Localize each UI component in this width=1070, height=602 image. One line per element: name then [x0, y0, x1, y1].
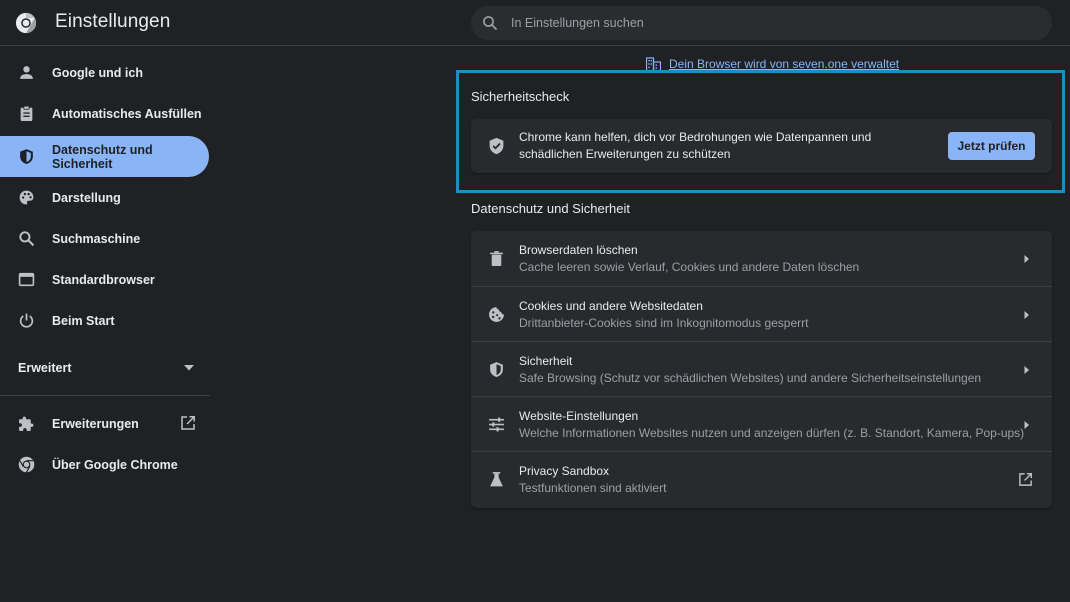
sidebar-item-label: Über Google Chrome	[52, 457, 178, 472]
trash-icon	[490, 251, 503, 266]
row-title: Privacy Sandbox	[519, 464, 610, 478]
sidebar-advanced-label: Erweitert	[18, 361, 72, 375]
search-input[interactable]	[511, 13, 1031, 33]
sidebar-item-label: Standardbrowser	[52, 272, 155, 287]
palette-icon	[19, 190, 34, 205]
page-title: Einstellungen	[55, 11, 171, 32]
browser-window-icon	[18, 272, 35, 287]
sidebar-item-privacy-security[interactable]: Datenschutz und Sicherheit	[0, 136, 209, 177]
row-site-settings[interactable]: Website-Einstellungen Welche Information…	[471, 396, 1052, 451]
security-shield-icon	[490, 362, 503, 377]
row-security[interactable]: Sicherheit Safe Browsing (Schutz vor sch…	[471, 341, 1052, 396]
row-subtitle: Drittanbieter-Cookies sind im Inkognitom…	[519, 316, 809, 330]
cookie-icon	[489, 307, 504, 322]
sidebar-item-label: Erweiterungen	[52, 416, 139, 431]
puzzle-piece-icon	[19, 416, 34, 431]
sidebar-item-extensions[interactable]: Erweiterungen	[0, 403, 209, 444]
sidebar-item-label: Datenschutz und Sicherheit	[52, 142, 153, 171]
search-bar[interactable]	[471, 6, 1052, 40]
sidebar-item-google-und-ich[interactable]: Google und ich	[0, 52, 209, 93]
row-subtitle: Testfunktionen sind aktiviert	[519, 481, 667, 495]
external-link-icon	[181, 416, 195, 430]
safety-check-card: Chrome kann helfen, dich vor Bedrohungen…	[471, 119, 1052, 173]
arrow-right-icon	[1024, 366, 1029, 374]
sidebar-item-autofill[interactable]: Automatisches Ausfüllen	[0, 93, 209, 134]
power-icon	[19, 313, 34, 328]
arrow-right-icon	[1024, 311, 1029, 319]
sidebar-item-label: Suchmaschine	[52, 231, 141, 246]
row-subtitle: Safe Browsing (Schutz vor schädlichen We…	[519, 371, 982, 385]
search-icon	[483, 16, 498, 31]
sidebar-item-appearance[interactable]: Darstellung	[0, 177, 209, 218]
sidebar-divider	[0, 395, 210, 396]
row-title: Website-Einstellungen	[519, 409, 639, 423]
sliders-icon	[489, 417, 504, 432]
shield-icon	[20, 149, 33, 164]
privacy-settings-list: Browserdaten löschen Cache leeren sowie …	[471, 231, 1052, 508]
top-bar: Einstellungen	[0, 0, 1070, 46]
row-title: Sicherheit	[519, 354, 573, 368]
row-title: Browserdaten löschen	[519, 243, 638, 257]
building-icon	[646, 57, 661, 71]
safety-check-description: Chrome kann helfen, dich vor Bedrohungen…	[519, 130, 872, 161]
managed-notice-text: Dein Browser wird von seven.one verwalte…	[669, 57, 900, 71]
row-cookies[interactable]: Cookies und andere Websitedaten Drittanb…	[471, 286, 1052, 341]
external-link-icon	[1019, 472, 1033, 486]
sidebar-item-label: Automatisches Ausfüllen	[52, 106, 202, 121]
shield-check-icon	[489, 137, 504, 155]
row-clear-browsing-data[interactable]: Browserdaten löschen Cache leeren sowie …	[471, 231, 1052, 286]
person-icon	[20, 66, 33, 79]
sidebar-advanced-toggle[interactable]: Erweitert	[0, 357, 209, 379]
chrome-logo-icon	[15, 12, 37, 34]
sidebar-item-search-engine[interactable]: Suchmaschine	[0, 218, 209, 259]
managed-browser-link[interactable]: Dein Browser wird von seven.one verwalte…	[646, 57, 899, 71]
caret-down-icon	[184, 365, 194, 371]
arrow-right-icon	[1024, 421, 1029, 429]
arrow-right-icon	[1024, 255, 1029, 263]
check-now-button[interactable]: Jetzt prüfen	[948, 132, 1035, 160]
flask-icon	[490, 472, 503, 487]
sidebar-item-on-startup[interactable]: Beim Start	[0, 300, 209, 341]
privacy-section-heading: Datenschutz und Sicherheit	[471, 201, 630, 216]
sidebar-item-label: Beim Start	[52, 313, 115, 328]
row-title: Cookies und andere Websitedaten	[519, 299, 703, 313]
sidebar-item-about-chrome[interactable]: Über Google Chrome	[0, 444, 209, 485]
sidebar-item-label: Google und ich	[52, 65, 143, 80]
chrome-logo-icon	[18, 456, 35, 473]
clipboard-icon	[20, 105, 33, 121]
row-privacy-sandbox[interactable]: Privacy Sandbox Testfunktionen sind akti…	[471, 451, 1052, 506]
search-icon	[19, 231, 35, 247]
sidebar-item-default-browser[interactable]: Standardbrowser	[0, 259, 209, 300]
row-subtitle: Cache leeren sowie Verlauf, Cookies und …	[519, 260, 860, 274]
safety-check-heading: Sicherheitscheck	[471, 89, 570, 104]
sidebar-item-label: Darstellung	[52, 190, 121, 205]
row-subtitle: Welche Informationen Websites nutzen und…	[519, 426, 1025, 440]
